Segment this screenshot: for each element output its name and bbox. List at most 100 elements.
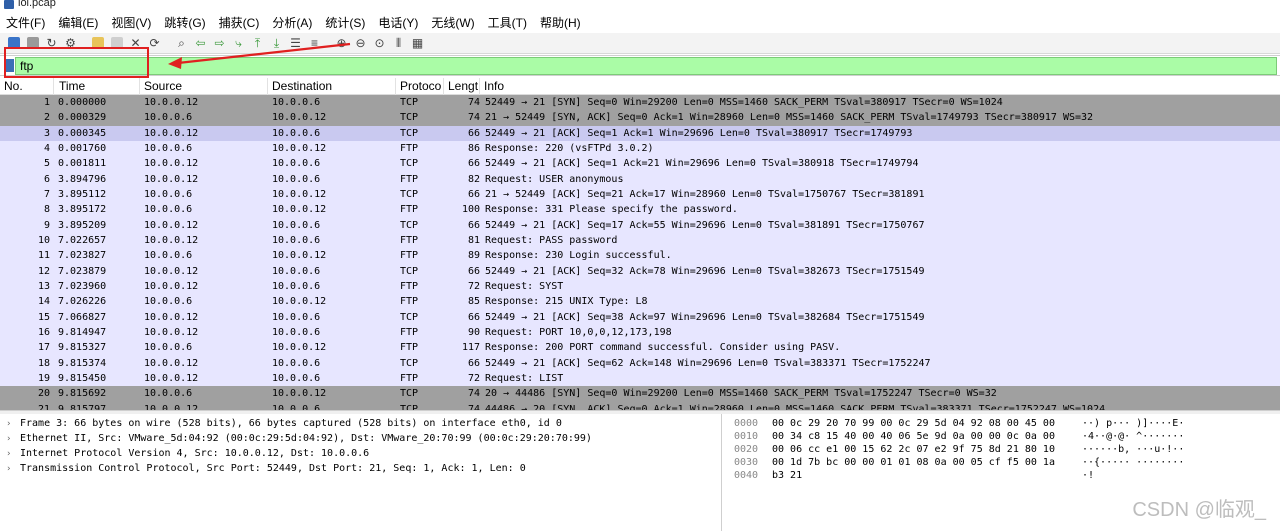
packet-source: 10.0.0.12 xyxy=(144,219,199,231)
detail-ip-row[interactable]: › Internet Protocol Version 4, Src: 10.0.… xyxy=(6,446,369,461)
save-file-icon[interactable] xyxy=(108,35,125,51)
packet-row[interactable]: 3 0.000345 10.0.0.12 10.0.0.6 TCP 66 52449 → 2… xyxy=(0,125,1280,141)
detail-tcp-row[interactable]: › Transmission Control Protocol, Src Port… xyxy=(6,461,526,476)
menu-go[interactable]: 跳转(G) xyxy=(164,14,205,31)
packet-row[interactable]: 19 9.815450 10.0.0.12 10.0.0.6 FTP 72 Request:… xyxy=(0,370,1280,387)
go-last-icon[interactable]: ⤓ xyxy=(268,35,285,51)
packet-length: 72 xyxy=(467,280,480,292)
packet-source: 10.0.0.6 xyxy=(144,296,193,308)
expand-arrow-icon[interactable]: › xyxy=(6,432,20,447)
menu-telephony[interactable]: 电话(Y) xyxy=(378,14,418,31)
packet-row[interactable]: 12 7.023879 10.0.0.12 10.0.0.6 TCP 66 52449 → … xyxy=(0,263,1280,279)
packet-time: 9.815327 xyxy=(58,342,107,354)
col-header-no[interactable]: No. xyxy=(0,78,54,95)
menu-file[interactable]: 文件(F) xyxy=(6,14,45,31)
expand-arrow-icon[interactable]: › xyxy=(6,447,20,462)
menu-statistics[interactable]: 统计(S) xyxy=(325,14,365,31)
expand-arrow-icon[interactable]: › xyxy=(6,462,20,477)
zoom-normal-icon[interactable]: ⊙ xyxy=(371,35,388,51)
menu-capture[interactable]: 捕获(C) xyxy=(219,14,260,31)
packet-row[interactable]: 8 3.895172 10.0.0.6 10.0.0.12 FTP 100 Response… xyxy=(0,202,1280,218)
packet-protocol: TCP xyxy=(400,388,419,400)
packet-row[interactable]: 13 7.023960 10.0.0.12 10.0.0.6 FTP 72 Request:… xyxy=(0,278,1280,295)
options-gear-icon[interactable]: ⚙ xyxy=(62,35,79,51)
open-folder-icon[interactable] xyxy=(89,35,106,51)
go-first-icon[interactable]: ⤒ xyxy=(249,35,266,51)
packet-row[interactable]: 2 0.000329 10.0.0.6 10.0.0.12 TCP 74 21 → 5244… xyxy=(0,110,1280,126)
go-back-icon[interactable]: ⇦ xyxy=(192,35,209,51)
packet-source: 10.0.0.12 xyxy=(144,265,199,277)
packet-row[interactable]: 18 9.815374 10.0.0.12 10.0.0.6 TCP 66 52449 → … xyxy=(0,355,1280,371)
packet-destination: 10.0.0.6 xyxy=(272,403,321,410)
go-forward-icon[interactable]: ⇨ xyxy=(211,35,228,51)
detail-frame-text: Frame 3: 66 bytes on wire (528 bits), 66… xyxy=(20,418,562,429)
menu-wireless[interactable]: 无线(W) xyxy=(431,14,474,31)
zoom-out-icon[interactable]: ⊖ xyxy=(352,35,369,51)
colorize-icon[interactable]: ≡ xyxy=(306,35,323,51)
col-header-source[interactable]: Source xyxy=(140,78,268,95)
packet-row[interactable]: 1 0.000000 10.0.0.12 10.0.0.6 TCP 74 52449 → 2… xyxy=(0,95,1280,111)
col-header-info[interactable]: Info xyxy=(480,78,1280,95)
packet-row[interactable]: 20 9.815692 10.0.0.6 10.0.0.12 TCP 74 20 → 444… xyxy=(0,386,1280,402)
packet-row[interactable]: 14 7.026226 10.0.0.6 10.0.0.12 FTP 85 Response… xyxy=(0,294,1280,310)
packet-destination: 10.0.0.6 xyxy=(272,280,321,292)
reload-icon[interactable]: ⟳ xyxy=(146,35,163,51)
packet-row[interactable]: 11 7.023827 10.0.0.6 10.0.0.12 FTP 89 Response… xyxy=(0,248,1280,264)
resize-columns-icon[interactable]: ⫴ xyxy=(390,35,407,51)
packet-protocol: TCP xyxy=(400,158,419,170)
display-filter-bar xyxy=(0,55,1280,76)
col-header-destination[interactable]: Destination xyxy=(268,78,396,95)
packet-protocol: TCP xyxy=(400,265,419,277)
display-filter-input[interactable] xyxy=(15,57,1277,75)
bookmark-icon[interactable] xyxy=(5,59,14,72)
layout-icon[interactable]: ▦ xyxy=(409,35,426,51)
packet-time: 7.023879 xyxy=(58,265,107,277)
packet-row[interactable]: 5 0.001811 10.0.0.12 10.0.0.6 TCP 66 52449 → 2… xyxy=(0,156,1280,172)
shark-fin-start-icon[interactable] xyxy=(5,35,22,51)
packet-source: 10.0.0.6 xyxy=(144,250,193,262)
packet-row[interactable]: 15 7.066827 10.0.0.12 10.0.0.6 TCP 66 52449 → … xyxy=(0,309,1280,325)
expand-arrow-icon[interactable]: › xyxy=(6,417,20,432)
watermark-text: CSDN @临观_ xyxy=(1132,499,1266,521)
packet-info: 52449 → 21 [ACK] Seq=1 Ack=21 Win=29696 … xyxy=(485,158,919,170)
zoom-in-icon[interactable]: ⊕ xyxy=(333,35,350,51)
packet-destination: 10.0.0.6 xyxy=(272,219,321,231)
packet-length: 100 xyxy=(461,204,480,216)
detail-ethernet-row[interactable]: › Ethernet II, Src: VMware_5d:04:92 (00:0… xyxy=(6,431,592,446)
packet-row[interactable]: 6 3.894796 10.0.0.12 10.0.0.6 FTP 82 Request: … xyxy=(0,171,1280,187)
packet-source: 10.0.0.12 xyxy=(144,403,199,410)
close-file-icon[interactable]: ✕ xyxy=(127,35,144,51)
toolbar-separator xyxy=(165,35,171,51)
packet-row[interactable]: 21 9.815797 10.0.0.12 10.0.0.6 TCP 74 44486 → … xyxy=(0,401,1280,410)
packet-row[interactable]: 16 9.814947 10.0.0.12 10.0.0.6 FTP 90 Request:… xyxy=(0,324,1280,341)
packet-no: 21 xyxy=(37,403,50,410)
packet-no: 13 xyxy=(37,280,50,292)
packet-row[interactable]: 10 7.022657 10.0.0.12 10.0.0.6 FTP 81 Request:… xyxy=(0,232,1280,249)
find-icon[interactable]: ⌕ xyxy=(173,35,190,51)
packet-row[interactable]: 9 3.895209 10.0.0.12 10.0.0.6 TCP 66 52449 → 2… xyxy=(0,217,1280,233)
menu-tools[interactable]: 工具(T) xyxy=(488,14,527,31)
stop-icon[interactable] xyxy=(24,35,41,51)
menu-view[interactable]: 视图(V) xyxy=(111,14,151,31)
menu-help[interactable]: 帮助(H) xyxy=(540,14,581,31)
menu-analyze[interactable]: 分析(A) xyxy=(272,14,312,31)
main-toolbar: ↻ ⚙ ✕ ⟳ ⌕ ⇦ ⇨ ⤷ ⤒ ⤓ ☰ ≡ ⊕ ⊖ ⊙ ⫴ ▦ xyxy=(0,33,1280,54)
detail-frame-row[interactable]: › Frame 3: 66 bytes on wire (528 bits), 6… xyxy=(6,416,562,431)
packet-length: 66 xyxy=(467,219,480,231)
packet-row[interactable]: 17 9.815327 10.0.0.6 10.0.0.12 FTP 117 Respons… xyxy=(0,340,1280,356)
col-header-time[interactable]: Time xyxy=(55,78,140,95)
packet-row[interactable]: 7 3.895112 10.0.0.6 10.0.0.12 TCP 66 21 → 5244… xyxy=(0,186,1280,203)
autoscroll-icon[interactable]: ☰ xyxy=(287,35,304,51)
packet-source: 10.0.0.12 xyxy=(144,158,199,170)
col-header-protocol[interactable]: Protoco xyxy=(396,78,444,95)
restart-icon[interactable]: ↻ xyxy=(43,35,60,51)
packet-info: Response: 200 PORT command successful. C… xyxy=(485,342,841,354)
packet-no: 12 xyxy=(37,265,50,277)
packet-time: 9.815692 xyxy=(58,388,107,400)
packet-row[interactable]: 4 0.001760 10.0.0.6 10.0.0.12 FTP 86 Response:… xyxy=(0,140,1280,157)
packet-no: 17 xyxy=(37,342,50,354)
menu-edit[interactable]: 编辑(E) xyxy=(58,14,98,31)
col-header-length[interactable]: Lengt xyxy=(444,78,480,95)
go-to-packet-icon[interactable]: ⤷ xyxy=(230,35,247,51)
packet-destination: 10.0.0.12 xyxy=(272,342,327,354)
